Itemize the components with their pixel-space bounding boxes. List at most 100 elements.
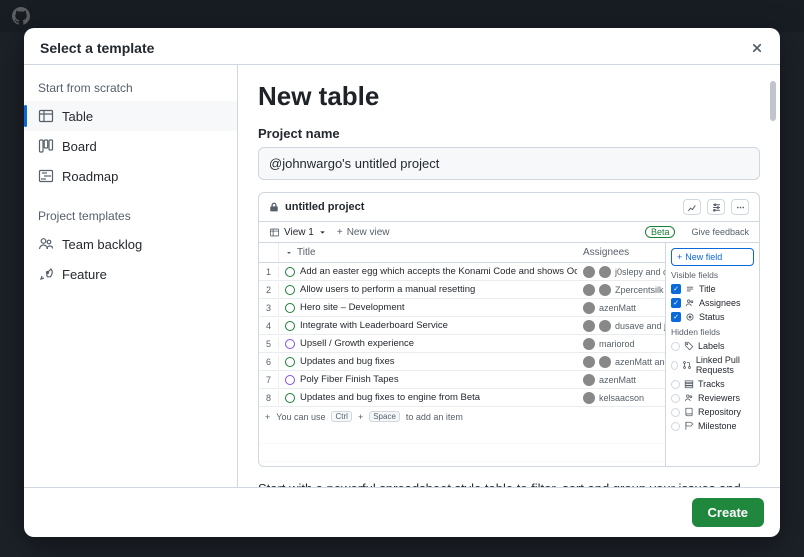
row-title: Hero site – Development (300, 302, 405, 313)
plus-icon: + (677, 252, 682, 262)
field-row-labels[interactable]: Labels (671, 339, 754, 353)
new-field-button[interactable]: + New field (671, 248, 754, 266)
checkbox-checked-icon: ✓ (671, 284, 681, 294)
checkbox-checked-icon: ✓ (671, 312, 681, 322)
table-row[interactable]: 2Allow users to perform a manual resetti… (259, 281, 665, 299)
row-assignees-cell: azenMatt (577, 300, 665, 316)
people-icon (38, 236, 54, 252)
row-assignees-cell: azenMatt and j0s (577, 354, 665, 370)
feedback-link[interactable]: Give feedback (691, 227, 749, 237)
view-tab-1[interactable]: View 1 (269, 227, 327, 238)
field-row-tracks[interactable]: Tracks (671, 377, 754, 391)
avatar (599, 266, 611, 278)
row-assignees-cell: kelsaacson (577, 390, 665, 406)
avatar (583, 302, 595, 314)
new-field-label: New field (685, 252, 722, 262)
table-row[interactable]: 7Poly Fiber Finish TapesazenMatt (259, 371, 665, 389)
sidebar-item-feature[interactable]: Feature (24, 259, 237, 289)
create-button[interactable]: Create (692, 498, 764, 527)
settings-button[interactable] (707, 199, 725, 215)
row-number: 6 (259, 355, 279, 369)
close-button[interactable] (750, 41, 764, 55)
table-row[interactable]: 8Updates and bug fixes to engine from Be… (259, 389, 665, 407)
sidebar-section-templates: Project templates (24, 205, 237, 229)
row-title-cell: Allow users to perform a manual resettin… (279, 282, 577, 297)
kbd-space: Space (369, 411, 400, 422)
graph-icon (687, 202, 698, 213)
table-icon (269, 227, 280, 238)
field-row-assignees[interactable]: ✓Assignees (671, 296, 754, 310)
row-title: Upsell / Growth experience (300, 338, 414, 349)
field-row-title[interactable]: ✓ Title (671, 282, 754, 296)
avatar (583, 374, 595, 386)
field-row-milestone[interactable]: Milestone (671, 419, 754, 433)
row-title-cell: Upsell / Growth experience (279, 336, 577, 351)
field-label: Tracks (698, 379, 725, 389)
row-assignees-cell: mariorod (577, 336, 665, 352)
new-view-label: New view (347, 227, 390, 238)
row-title-cell: Add an easter egg which accepts the Kona… (279, 264, 577, 279)
assignee-text: Zpercentsilk and (615, 285, 665, 295)
row-title: Poly Fiber Finish Tapes (300, 374, 399, 385)
sidebar-item-table[interactable]: Table (24, 101, 237, 131)
row-assignees-cell: dusave and jclem (577, 318, 665, 334)
table-header: Title Assignees (259, 243, 665, 263)
row-number: 1 (259, 265, 279, 279)
field-row-reviewers[interactable]: Reviewers (671, 391, 754, 405)
checkbox-unchecked-icon (671, 380, 680, 389)
scrollbar-thumb[interactable] (770, 81, 776, 121)
checkbox-checked-icon: ✓ (671, 298, 681, 308)
issue-status-icon (285, 267, 295, 277)
sidebar-item-label: Table (62, 109, 93, 124)
add-item-row[interactable]: + You can use Ctrl + Space to add an ite… (259, 407, 665, 426)
project-name-input[interactable] (258, 147, 760, 180)
page-heading: New table (258, 81, 760, 112)
field-label: Reviewers (698, 393, 740, 403)
more-button[interactable] (731, 199, 749, 215)
table-icon (38, 108, 54, 124)
empty-rows (259, 426, 665, 466)
sidebar-item-team-backlog[interactable]: Team backlog (24, 229, 237, 259)
avatar (583, 320, 595, 332)
add-hint-post: to add an item (406, 412, 463, 422)
insights-button[interactable] (683, 199, 701, 215)
row-title: Allow users to perform a manual resettin… (300, 284, 475, 295)
row-title-cell: Integrate with Leaderboard Service (279, 318, 577, 333)
chevron-down-icon (318, 228, 327, 237)
field-label: Title (699, 284, 716, 294)
template-modal: Select a template Start from scratch Tab… (24, 28, 780, 537)
modal-title: Select a template (40, 40, 154, 56)
new-view-button[interactable]: + New view (337, 227, 390, 238)
field-label: Status (699, 312, 725, 322)
sidebar-item-board[interactable]: Board (24, 131, 237, 161)
table-row[interactable]: 6 Updates and bug fixes azenMatt and j0s (259, 353, 665, 371)
fields-panel: + New field Visible fields ✓Title✓Assign… (665, 243, 759, 466)
sidebar-item-roadmap[interactable]: Roadmap (24, 161, 237, 191)
table-row[interactable]: 5Upsell / Growth experiencemariorod (259, 335, 665, 353)
field-row-status[interactable]: ✓ Status (671, 310, 754, 324)
assignee-text: j0slepy and omar (615, 267, 665, 277)
sidebar-item-label: Feature (62, 267, 107, 282)
field-row-linked-pull-requests[interactable]: Linked Pull Requests (671, 353, 754, 377)
hidden-fields-label: Hidden fields (671, 327, 754, 337)
assignee-text: kelsaacson (599, 393, 644, 403)
plus-icon: + (337, 227, 343, 238)
assignee-text: dusave and jclem (615, 321, 665, 331)
table-row[interactable]: 3 Hero site – Development azenMatt (259, 299, 665, 317)
issue-status-icon (285, 339, 295, 349)
close-icon (750, 41, 764, 55)
avatar (583, 356, 595, 368)
add-hint-pre: You can use (276, 412, 325, 422)
plus-icon: + (265, 412, 270, 422)
row-number: 3 (259, 301, 279, 315)
issue-status-icon (285, 303, 295, 313)
template-preview: untitled project (258, 192, 760, 467)
preview-project-title: untitled project (285, 201, 364, 213)
row-title: Updates and bug fixes (300, 356, 395, 367)
field-row-repository[interactable]: Repository (671, 405, 754, 419)
table-row[interactable]: 1Add an easter egg which accepts the Kon… (259, 263, 665, 281)
table-row[interactable]: 4Integrate with Leaderboard Servicedusav… (259, 317, 665, 335)
field-label: Repository (698, 407, 741, 417)
assignee-text: azenMatt (599, 375, 636, 385)
assignee-text: azenMatt (599, 303, 636, 313)
